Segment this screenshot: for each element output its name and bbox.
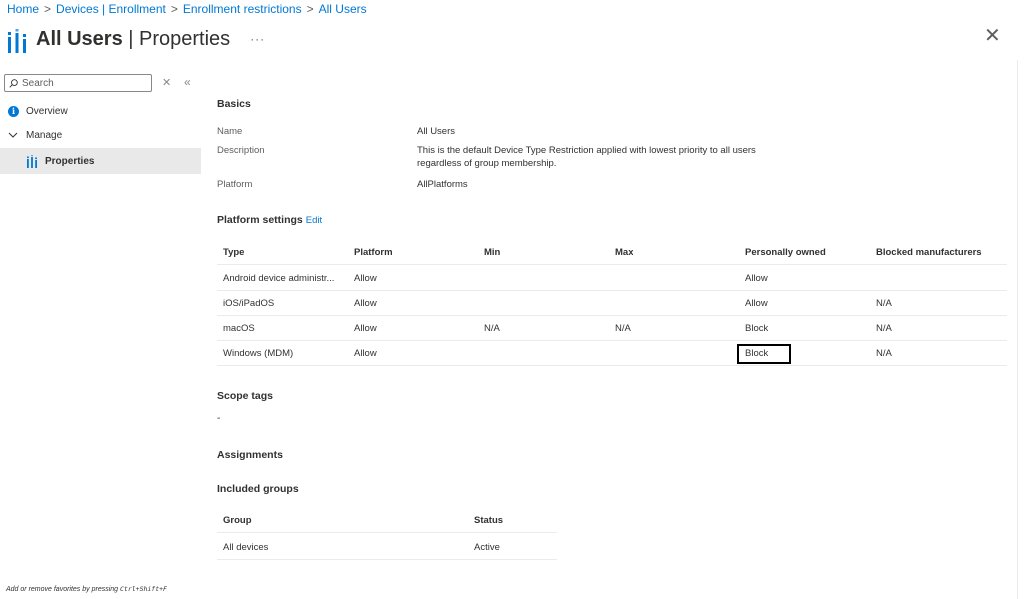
cell-personally-owned: Allow xyxy=(745,273,768,284)
platform-value: AllPlatforms xyxy=(417,179,468,190)
description-label: Description xyxy=(217,145,265,156)
cell-status: Active xyxy=(474,542,500,553)
scope-tags-value: - xyxy=(217,413,221,424)
page-title-main: All Users xyxy=(36,27,123,50)
column-header-min: Min xyxy=(484,247,501,258)
favorites-hint-text: Add or remove favorites by pressing xyxy=(6,586,120,593)
cell-platform: Allow xyxy=(354,298,377,309)
search-icon xyxy=(9,78,18,88)
column-header-status: Status xyxy=(474,515,504,526)
cell-platform: Allow xyxy=(354,323,377,334)
properties-icon xyxy=(27,154,37,168)
highlight-box xyxy=(737,344,791,364)
cell-type: iOS/iPadOS xyxy=(223,298,275,309)
sidebar-item-overview[interactable]: i Overview xyxy=(0,99,201,123)
basics-heading: Basics xyxy=(217,98,251,110)
cell-platform: Allow xyxy=(354,348,377,359)
clear-search-icon[interactable]: ✕ xyxy=(162,76,171,89)
column-header-type: Type xyxy=(223,247,245,258)
search-input[interactable] xyxy=(22,77,142,89)
table-row[interactable]: macOS Allow N/A N/A Block N/A xyxy=(217,316,1007,341)
cell-personally-owned: Block xyxy=(745,323,769,334)
description-value: This is the default Device Type Restrict… xyxy=(417,145,756,169)
chevron-down-icon xyxy=(8,132,19,138)
sidebar-item-label: Overview xyxy=(26,105,68,117)
edit-link[interactable]: Edit xyxy=(306,215,322,226)
info-icon: i xyxy=(8,105,19,117)
name-value: All Users xyxy=(417,126,456,137)
cell-min: N/A xyxy=(484,323,500,334)
favorites-hint-keys: Ctrl+Shift+F xyxy=(120,585,167,593)
table-row[interactable]: Windows (MDM) Allow Block N/A xyxy=(217,341,1007,366)
breadcrumb-separator: > xyxy=(170,2,178,16)
favorites-hint: Add or remove favorites by pressing Ctrl… xyxy=(6,585,167,593)
table-header-row: Type Platform Min Max Personally owned B… xyxy=(217,240,1007,265)
cell-platform: Allow xyxy=(354,273,377,284)
table-row[interactable]: Android device administr... Allow Allow xyxy=(217,266,1007,291)
scope-tags-heading: Scope tags xyxy=(217,390,274,402)
cell-type: macOS xyxy=(223,323,255,334)
cell-group: All devices xyxy=(223,542,269,553)
column-header-max: Max xyxy=(615,247,634,258)
collapse-sidebar-icon[interactable]: « xyxy=(184,75,191,89)
page-title-separator: | xyxy=(122,27,140,50)
included-groups-heading: Included groups xyxy=(217,483,299,495)
column-header-platform: Platform xyxy=(354,247,393,258)
cell-blocked-manufacturers: N/A xyxy=(876,323,892,334)
cell-type: Android device administr... xyxy=(223,273,335,284)
properties-icon xyxy=(8,29,26,53)
sidebar: ✕ « i Overview Manage Properties xyxy=(0,73,201,599)
platform-label: Platform xyxy=(217,179,253,190)
sidebar-item-properties[interactable]: Properties xyxy=(0,148,201,174)
table-row[interactable]: iOS/iPadOS Allow Allow N/A xyxy=(217,291,1007,316)
cell-personally-owned: Allow xyxy=(745,298,768,309)
sidebar-item-label: Properties xyxy=(45,155,95,167)
platform-settings-heading: Platform settings Edit xyxy=(217,214,322,226)
table-header-row: Group Status xyxy=(217,508,557,533)
scrollbar-divider xyxy=(1017,60,1018,599)
platform-settings-title: Platform settings xyxy=(217,214,303,226)
table-row[interactable]: All devices Active xyxy=(217,535,557,560)
cell-type: Windows (MDM) xyxy=(223,348,294,359)
breadcrumb-separator: > xyxy=(44,2,52,16)
search-box[interactable] xyxy=(4,74,152,92)
cell-blocked-manufacturers: N/A xyxy=(876,298,892,309)
cell-max: N/A xyxy=(615,323,631,334)
sidebar-item-label: Manage xyxy=(26,129,63,141)
main-content: Basics Name All Users Description This i… xyxy=(217,0,1017,599)
sidebar-group-manage[interactable]: Manage xyxy=(0,123,201,147)
name-label: Name xyxy=(217,126,243,137)
column-header-personally-owned: Personally owned xyxy=(745,247,826,258)
breadcrumb-home[interactable]: Home xyxy=(7,2,39,16)
cell-blocked-manufacturers: N/A xyxy=(876,348,892,359)
column-header-blocked-manufacturers: Blocked manufacturers xyxy=(876,247,982,258)
breadcrumb-devices-enrollment[interactable]: Devices | Enrollment xyxy=(56,2,166,16)
assignments-heading: Assignments xyxy=(217,449,283,461)
page-title: All Users | Properties xyxy=(36,28,230,51)
column-header-group: Group xyxy=(223,515,252,526)
